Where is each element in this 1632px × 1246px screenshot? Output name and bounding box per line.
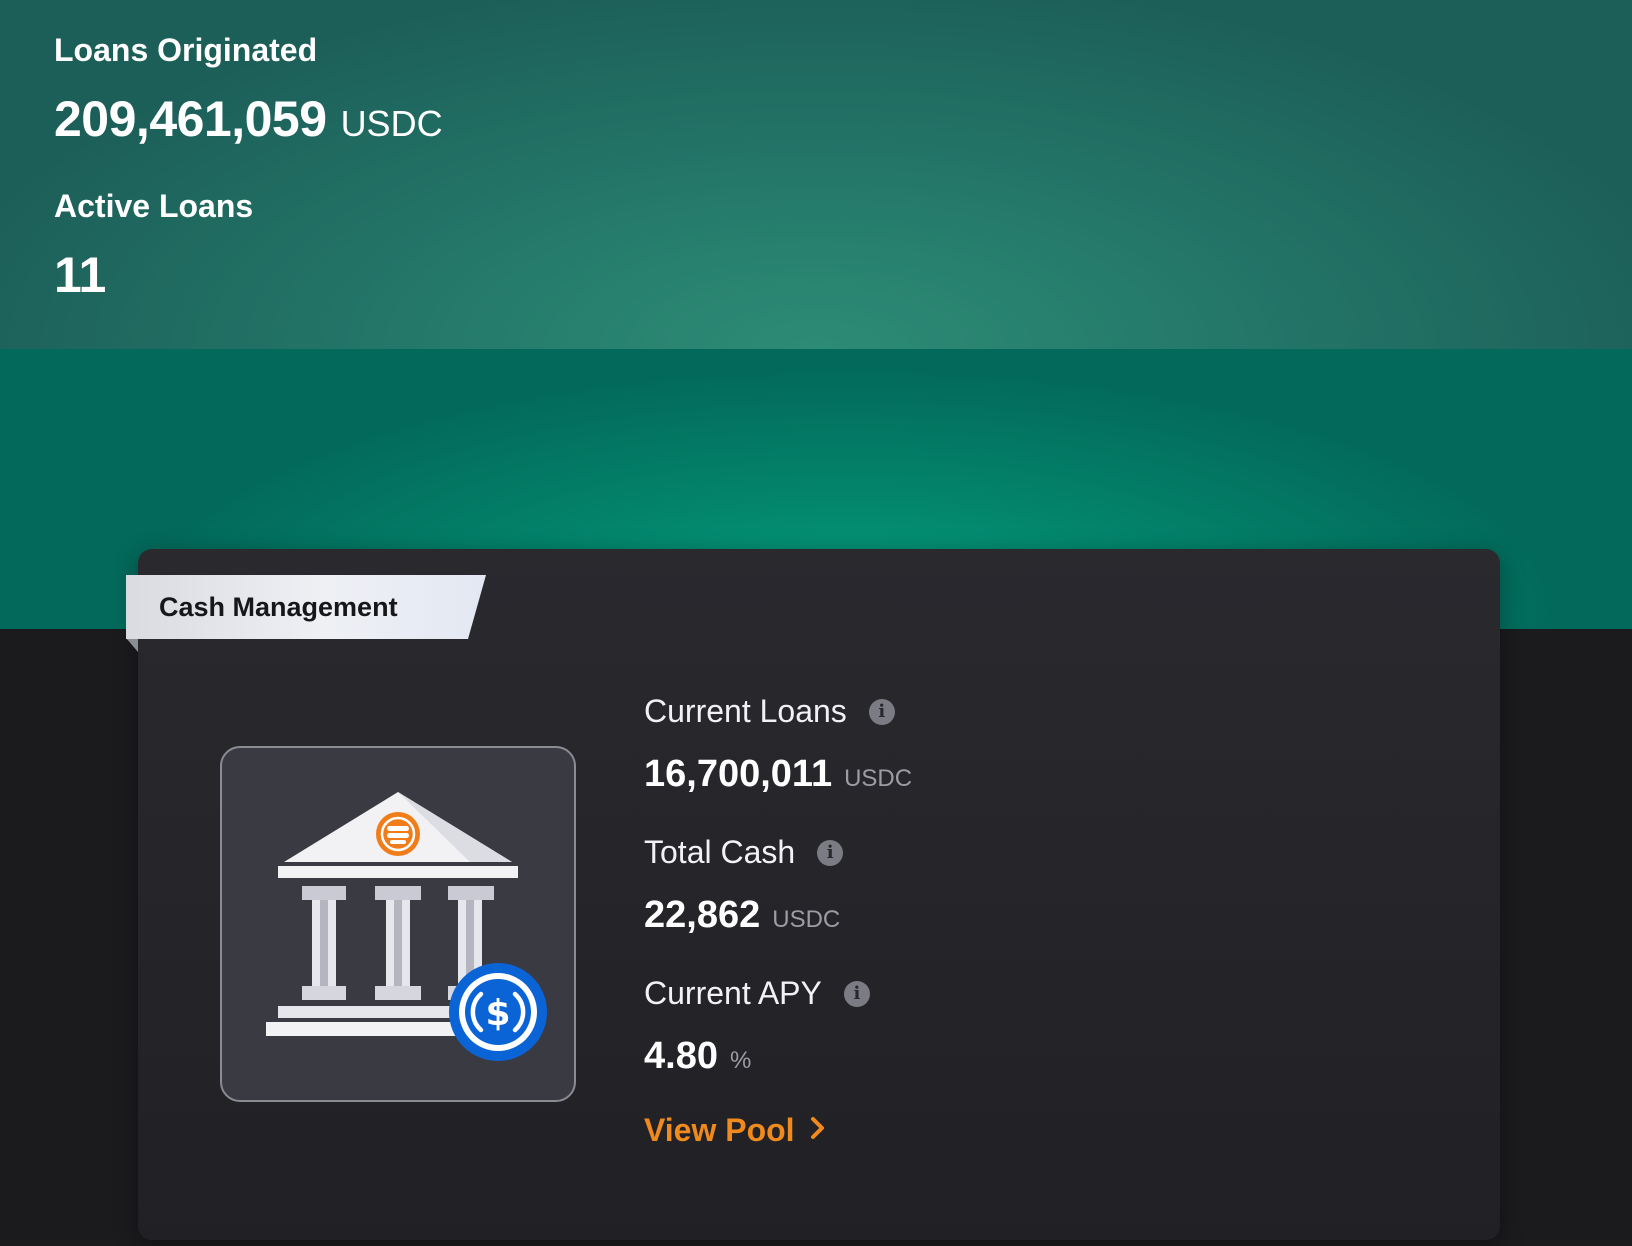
view-pool-label: View Pool: [644, 1112, 795, 1148]
info-icon[interactable]: i: [843, 980, 870, 1007]
active-loans-value: 11: [54, 247, 106, 303]
current-apy-value: 4.80%: [644, 1035, 751, 1078]
current-apy-amount: 4.80: [644, 1035, 718, 1077]
usdc-coin-icon: $: [449, 963, 547, 1061]
current-loans-label: Current Loans i: [644, 693, 895, 730]
pool-illustration: $: [220, 746, 576, 1102]
current-loans-label-text: Current Loans: [644, 693, 847, 729]
total-cash-unit: USDC: [772, 906, 841, 933]
svg-text:$: $: [485, 993, 510, 1034]
current-apy-label: Current APY i: [644, 975, 870, 1012]
total-cash-amount: 22,862: [644, 894, 761, 936]
current-loans-value: 16,700,011 USDC: [644, 753, 912, 796]
active-loans-label: Active Loans: [54, 188, 254, 224]
view-pool-link[interactable]: View Pool: [644, 1112, 827, 1149]
loans-originated-unit: USDC: [340, 103, 443, 144]
total-cash-label-text: Total Cash: [644, 834, 796, 870]
tag-fold: [126, 638, 138, 652]
info-icon[interactable]: i: [817, 839, 844, 866]
total-cash-label: Total Cash i: [644, 834, 844, 871]
total-cash-value: 22,862 USDC: [644, 894, 840, 937]
pool-tag: Cash Management: [126, 575, 486, 639]
loans-originated-amount: 209,461,059: [54, 91, 327, 147]
current-loans-unit: USDC: [844, 765, 913, 792]
current-loans-amount: 16,700,011: [644, 753, 833, 795]
pool-tag-label: Cash Management: [159, 592, 398, 622]
loans-originated-value: 209,461,059 USDC: [54, 90, 443, 148]
current-apy-label-text: Current APY: [644, 975, 822, 1011]
current-apy-unit: %: [729, 1047, 752, 1074]
info-icon[interactable]: i: [868, 698, 895, 725]
loans-originated-label: Loans Originated: [54, 32, 318, 68]
chevron-right-icon: [809, 1112, 827, 1149]
